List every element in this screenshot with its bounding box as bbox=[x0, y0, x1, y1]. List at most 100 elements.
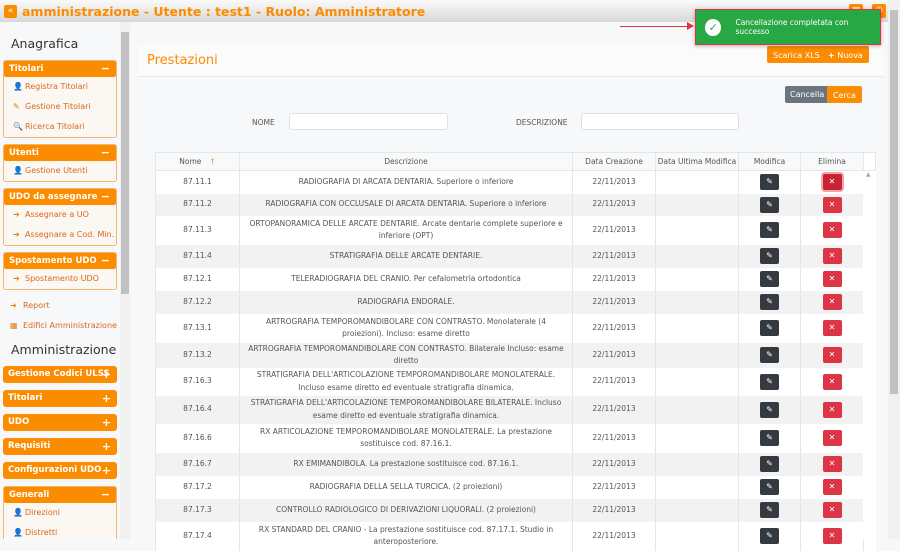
delete-button[interactable]: ✕ bbox=[822, 528, 842, 544]
collapsed-panel[interactable]: Configurazioni UDO + bbox=[3, 462, 117, 479]
panel-header[interactable]: Generali − bbox=[4, 487, 116, 503]
panel-header[interactable]: UDO da assegnare − bbox=[4, 189, 116, 205]
new-button[interactable]: + Nuova bbox=[822, 46, 869, 63]
nome-input[interactable] bbox=[289, 113, 448, 130]
edit-button[interactable]: ✎ bbox=[760, 456, 779, 472]
cell-data-modifica bbox=[655, 313, 739, 343]
cell-nome: 87.11.4 bbox=[155, 244, 240, 268]
edit-button[interactable]: ✎ bbox=[760, 248, 779, 264]
collapse-sidebar-button[interactable]: « bbox=[4, 4, 17, 18]
sidebar-item[interactable]: ➔ Assegnare a UO bbox=[4, 205, 116, 225]
edit-button[interactable]: ✎ bbox=[760, 196, 779, 213]
column-header[interactable]: Nome ↑ bbox=[155, 152, 240, 171]
cell-data-modifica bbox=[655, 244, 739, 268]
nome-label: NOME bbox=[252, 118, 275, 127]
edit-icon: ✎ bbox=[766, 376, 773, 386]
close-icon: ✕ bbox=[828, 376, 836, 386]
panel-header[interactable]: Titolari − bbox=[4, 61, 116, 77]
edit-button[interactable]: ✎ bbox=[760, 502, 779, 518]
sidebar-item-label: Gestione Titolari bbox=[25, 102, 91, 111]
arrow-right-icon: ➔ bbox=[13, 210, 20, 219]
collapsed-panel[interactable]: Gestione Codici ULSS + bbox=[3, 366, 117, 383]
delete-button[interactable]: ✕ bbox=[822, 271, 842, 287]
collapse-icon[interactable]: − bbox=[101, 487, 110, 503]
clear-button[interactable]: Cancella bbox=[785, 86, 830, 103]
edit-button[interactable]: ✎ bbox=[760, 294, 779, 310]
sidebar-item[interactable]: 👤 Distretti bbox=[4, 523, 116, 539]
panel-header[interactable]: Spostamento UDO − bbox=[4, 253, 116, 269]
success-toast[interactable]: ✓ Cancellazione completata con successo bbox=[695, 9, 881, 45]
table-scrollbar[interactable]: ▲ bbox=[863, 171, 875, 539]
edit-button[interactable]: ✎ bbox=[760, 373, 779, 390]
edit-icon: ✎ bbox=[766, 274, 773, 283]
delete-button[interactable]: ✕ bbox=[822, 196, 842, 213]
descrizione-input[interactable] bbox=[581, 113, 739, 130]
delete-button[interactable]: ✕ bbox=[822, 373, 842, 390]
edit-icon: ✎ bbox=[766, 404, 773, 414]
sort-asc-icon[interactable]: ↑ bbox=[209, 157, 215, 166]
edit-button[interactable]: ✎ bbox=[760, 320, 779, 336]
delete-button[interactable]: ✕ bbox=[822, 479, 842, 495]
delete-button[interactable]: ✕ bbox=[822, 430, 842, 446]
sidebar-item[interactable]: 👤 Gestione Utenti bbox=[4, 161, 116, 181]
delete-button[interactable]: ✕ bbox=[822, 347, 842, 363]
sidebar-link[interactable]: ➔ Report bbox=[0, 296, 120, 316]
collapsed-panel[interactable]: UDO + bbox=[3, 414, 117, 431]
delete-button[interactable]: ✕ bbox=[822, 456, 842, 472]
sidebar-item[interactable]: 👤 Direzioni bbox=[4, 503, 116, 523]
sidebar-item[interactable]: ➔ Assegnare a Cod. Min. bbox=[4, 225, 116, 245]
delete-button[interactable]: ✕ bbox=[822, 320, 842, 336]
sidebar-link[interactable]: ▦ Edifici Amministrazione bbox=[0, 316, 120, 336]
arrow-right-icon: ➔ bbox=[10, 301, 17, 310]
close-icon: ✕ bbox=[828, 297, 836, 306]
expand-icon[interactable]: + bbox=[102, 414, 111, 431]
column-label: Data Creazione bbox=[585, 157, 643, 166]
expand-icon[interactable]: + bbox=[102, 438, 111, 455]
sidebar-item[interactable]: ✎ Gestione Titolari bbox=[4, 97, 116, 117]
panel-header[interactable]: Utenti − bbox=[4, 145, 116, 161]
collapse-icon[interactable]: − bbox=[101, 61, 110, 77]
collapsed-panel[interactable]: Titolari + bbox=[3, 390, 117, 407]
collapse-icon[interactable]: − bbox=[101, 253, 110, 269]
collapsed-panel[interactable]: Requisiti + bbox=[3, 438, 117, 455]
sidebar-item[interactable]: 👤 Registra Titolari bbox=[4, 77, 116, 97]
edit-button[interactable]: ✎ bbox=[760, 222, 779, 238]
edit-button[interactable]: ✎ bbox=[760, 430, 779, 446]
table-row: 87.11.4 STRATIGRAFIA DELLE ARCATE DENTAR… bbox=[155, 244, 876, 268]
edit-button[interactable]: ✎ bbox=[760, 271, 779, 287]
sidebar-item[interactable]: 🔍 Ricerca Titolari bbox=[4, 117, 116, 137]
delete-button[interactable]: ✕ bbox=[822, 222, 842, 238]
expand-icon[interactable]: + bbox=[102, 462, 111, 479]
edit-button[interactable]: ✎ bbox=[760, 401, 779, 418]
delete-button[interactable]: ✕ bbox=[822, 248, 842, 264]
delete-button[interactable]: ✕ bbox=[822, 294, 842, 310]
expand-icon[interactable]: + bbox=[102, 366, 111, 383]
header-spacer bbox=[863, 152, 876, 171]
collapse-icon[interactable]: − bbox=[101, 189, 110, 205]
search-button[interactable]: Cerca bbox=[827, 86, 862, 103]
cell-data-modifica bbox=[655, 423, 739, 453]
user-edit-icon: 👤 bbox=[13, 528, 23, 537]
cell-descrizione: RADIOGRAFIA CON OCCLUSALE DI ARCATA DENT… bbox=[239, 193, 573, 216]
collapse-icon[interactable]: − bbox=[101, 145, 110, 161]
cell-descrizione: ARTROGRAFIA TEMPOROMANDIBOLARE CON CONTR… bbox=[239, 342, 573, 368]
edit-button[interactable]: ✎ bbox=[760, 479, 779, 495]
delete-button[interactable]: ✕ bbox=[822, 174, 842, 191]
cell-data-creazione: 22/11/2013 bbox=[572, 244, 656, 268]
app-title: amministrazione - Utente : test1 - Ruolo… bbox=[22, 3, 426, 19]
download-xls-button[interactable]: Scarica XLS bbox=[767, 46, 826, 63]
page-scrollbar[interactable] bbox=[888, 0, 900, 539]
delete-button[interactable]: ✕ bbox=[822, 401, 842, 418]
edit-button[interactable]: ✎ bbox=[760, 528, 779, 544]
edit-button[interactable]: ✎ bbox=[760, 347, 779, 363]
sidebar-item[interactable]: ➔ Spostamento UDO bbox=[4, 269, 116, 289]
panel-title: Spostamento UDO bbox=[9, 256, 97, 266]
expand-icon[interactable]: + bbox=[102, 390, 111, 407]
sidebar-link-label: Edifici Amministrazione bbox=[23, 321, 117, 330]
close-icon: ✕ bbox=[828, 199, 836, 209]
cell-nome: 87.11.2 bbox=[155, 193, 240, 216]
table-row: 87.13.1 ARTROGRAFIA TEMPOROMANDIBOLARE C… bbox=[155, 313, 876, 343]
sidebar-scrollbar[interactable] bbox=[120, 22, 130, 539]
delete-button[interactable]: ✕ bbox=[822, 502, 842, 518]
edit-button[interactable]: ✎ bbox=[760, 174, 779, 191]
